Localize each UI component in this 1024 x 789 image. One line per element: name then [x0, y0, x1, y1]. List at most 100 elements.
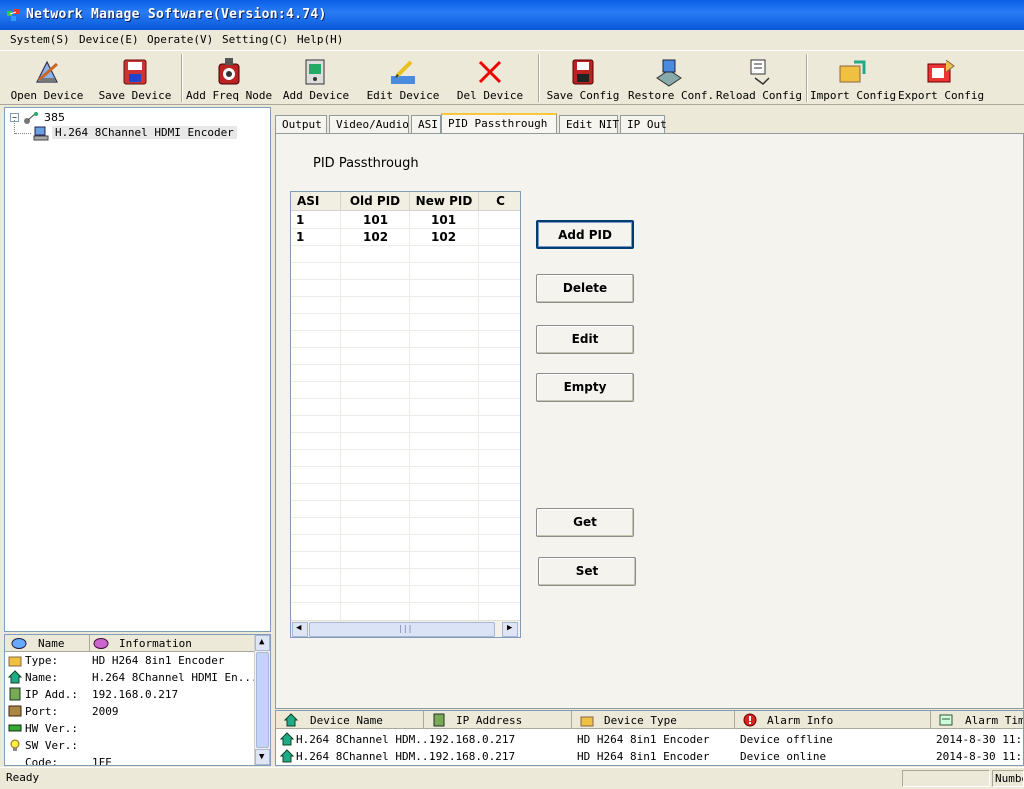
edit-device-icon: [391, 60, 415, 84]
save-config-icon: [572, 59, 594, 85]
info-row-name: Name: H.264 8Channel HDMI En...: [5, 669, 258, 686]
info-row-ip: IP Add.: 192.168.0.217: [5, 686, 255, 703]
empty-button[interactable]: Empty: [536, 373, 634, 402]
import-config-icon: [839, 60, 866, 83]
scroll-left-icon[interactable]: ◀: [292, 622, 308, 637]
encoder-device-icon: [33, 126, 49, 141]
info-header: Name Information: [5, 635, 255, 652]
name-column-icon: [11, 638, 27, 649]
hscroll-thumb[interactable]: |||: [309, 622, 495, 637]
chip-icon: [8, 724, 22, 732]
col-device-type[interactable]: Device Type: [572, 711, 735, 729]
clock-icon: [939, 714, 953, 726]
col-old-pid[interactable]: Old PID: [341, 192, 410, 211]
device-tree[interactable]: − 385 H.264 8Channel HDMI Encoder: [4, 107, 271, 632]
network-node-icon: [24, 112, 38, 124]
export-config-button[interactable]: Export Config: [898, 54, 984, 102]
scroll-right-icon[interactable]: ▶: [502, 622, 518, 637]
alarm-list[interactable]: Device Name IP Address Device Type Alarm…: [275, 710, 1024, 766]
title-bar: Network Manage Software(Version:4.74): [0, 0, 1024, 30]
window-title: Network Manage Software(Version:4.74): [26, 7, 327, 22]
home-icon: [280, 732, 294, 746]
status-bar: Ready Numbe: [0, 767, 1024, 789]
toolbar: Open Device Save Device Add Freq Node Ad…: [0, 52, 1024, 105]
menu-device[interactable]: Device(E): [79, 33, 139, 46]
add-freq-node-icon: [218, 58, 240, 85]
tab-edit-nit[interactable]: Edit NIT: [559, 115, 619, 133]
pid-list-header: ASI Old PID New PID C: [291, 192, 520, 211]
info-header-name[interactable]: Name: [38, 637, 65, 650]
port-icon: [8, 705, 22, 717]
info-row-port: Port: 2009: [5, 703, 255, 720]
status-pane-number: Numbe: [992, 770, 1024, 787]
restore-config-button[interactable]: Restore Conf.: [628, 54, 714, 102]
reload-config-icon: [750, 59, 770, 85]
home-icon: [280, 749, 294, 763]
col-alarm-info[interactable]: Alarm Info: [735, 711, 931, 729]
alarm-list-header: Device Name IP Address Device Type Alarm…: [276, 711, 1023, 729]
info-scrollbar[interactable]: ▲ ▼: [254, 635, 270, 765]
import-config-button[interactable]: Import Config: [810, 54, 896, 102]
tab-output[interactable]: Output: [275, 115, 327, 133]
add-pid-button[interactable]: Add PID: [536, 220, 634, 249]
col-device-name[interactable]: Device Name: [276, 711, 424, 729]
scroll-down-icon[interactable]: ▼: [255, 749, 270, 765]
pid-list[interactable]: ASI Old PID New PID C 1 101 101 1 102 10…: [290, 191, 521, 638]
col-c[interactable]: C: [479, 192, 520, 211]
save-device-icon: [123, 59, 147, 85]
add-device-icon: [305, 59, 325, 85]
tab-ip-out[interactable]: IP Out: [620, 115, 667, 133]
alarm-icon: [743, 713, 757, 727]
pid-passthrough-panel: PID Passthrough ASI Old PID New PID C 1 …: [275, 133, 1024, 709]
restore-config-icon: [656, 59, 682, 87]
open-device-icon: [36, 60, 58, 83]
export-config-icon: [927, 59, 955, 83]
tree-root-label: 385: [44, 111, 65, 124]
col-alarm-time[interactable]: Alarm Time: [931, 711, 1023, 729]
tab-strip: Output Video/Audio ASI PID Passthrough E…: [275, 113, 1024, 134]
menu-operate[interactable]: Operate(V): [147, 33, 213, 46]
add-device-button[interactable]: Add Device: [280, 54, 352, 102]
reload-config-button[interactable]: Reload Config: [715, 54, 803, 102]
col-ip-address[interactable]: IP Address: [424, 711, 572, 729]
section-title: PID Passthrough: [313, 156, 419, 171]
tab-asi[interactable]: ASI: [411, 115, 441, 133]
app-icon: [7, 9, 19, 21]
menu-bar: System(S) Device(E) Operate(V) Setting(C…: [0, 30, 1024, 51]
set-button[interactable]: Set: [538, 557, 636, 586]
delete-device-icon: [478, 60, 502, 84]
lightbulb-icon: [10, 739, 20, 751]
info-header-information[interactable]: Information: [119, 637, 192, 650]
get-button[interactable]: Get: [536, 508, 634, 537]
save-device-button[interactable]: Save Device: [94, 54, 176, 102]
open-device-button[interactable]: Open Device: [6, 54, 88, 102]
add-freq-node-button[interactable]: Add Freq Node: [186, 54, 272, 102]
home-icon: [284, 713, 298, 727]
del-device-button[interactable]: Del Device: [455, 54, 525, 102]
col-asi[interactable]: ASI: [291, 192, 341, 211]
menu-help[interactable]: Help(H): [297, 33, 343, 46]
network-icon: [9, 687, 21, 701]
status-text: Ready: [6, 771, 40, 784]
tab-pid-passthrough[interactable]: PID Passthrough: [441, 113, 557, 134]
pid-list-hscrollbar[interactable]: ◀ ||| ▶: [291, 620, 520, 637]
menu-system[interactable]: System(S): [10, 33, 70, 46]
save-config-button[interactable]: Save Config: [545, 54, 621, 102]
info-row-hw-version: HW Ver.:: [5, 720, 255, 737]
network-icon: [433, 713, 445, 727]
information-column-icon: [93, 638, 109, 649]
edit-device-button[interactable]: Edit Device: [364, 54, 442, 102]
menu-setting[interactable]: Setting(C): [222, 33, 288, 46]
delete-button[interactable]: Delete: [536, 274, 634, 303]
device-info-panel: Name Information Type: HD H264 8in1 Encod…: [4, 634, 271, 766]
info-row-type: Type: HD H264 8in1 Encoder: [5, 652, 255, 669]
col-new-pid[interactable]: New PID: [410, 192, 479, 211]
edit-button[interactable]: Edit: [536, 325, 634, 354]
tab-video-audio[interactable]: Video/Audio: [329, 115, 409, 133]
folder-icon: [580, 716, 594, 727]
status-pane: [902, 770, 990, 787]
tree-device-label: H.264 8Channel HDMI Encoder: [52, 126, 237, 139]
info-scroll-thumb[interactable]: [256, 652, 269, 748]
scroll-up-icon[interactable]: ▲: [255, 635, 270, 651]
info-row-sw-version: SW Ver.:: [5, 737, 255, 754]
